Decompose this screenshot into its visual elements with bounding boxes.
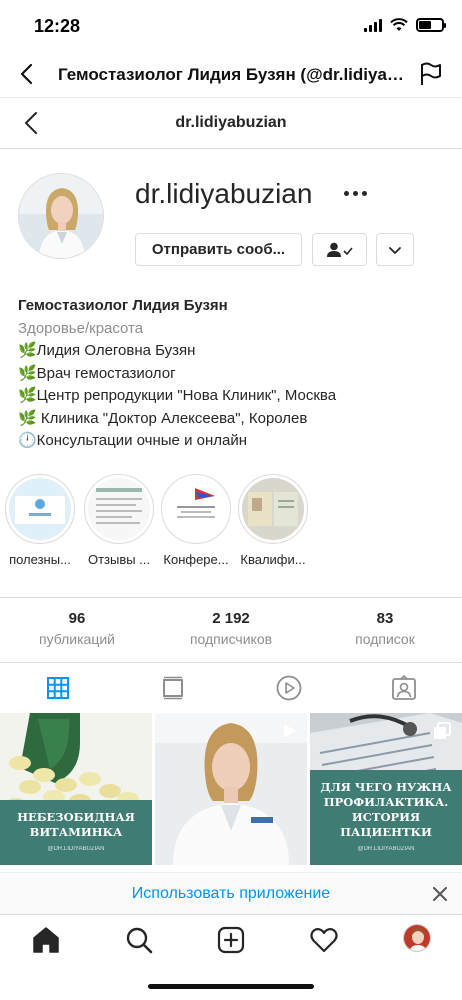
home-indicator (148, 984, 314, 989)
wifi-icon (390, 18, 408, 31)
bio-category: Здоровье/красота (18, 319, 144, 337)
highlight-item[interactable]: Квалифи... (236, 474, 310, 567)
bio-line: 🌿Центр репродукции "Нова Клиник", Москва (18, 387, 337, 404)
post-thumbnail[interactable]: НЕБЕЗОБИДНАЯ ВИТАМИНКА @DR.LIDIYABUZIAN (0, 713, 152, 865)
bio-line: 🌿Врач гемостазиолог (18, 364, 176, 382)
heart-icon[interactable] (309, 925, 339, 955)
grid-icon (46, 677, 69, 699)
flag-icon[interactable] (418, 61, 444, 87)
profile-tab-avatar[interactable] (403, 924, 431, 952)
stat-count: 96 (68, 610, 86, 627)
highlight-cover (9, 478, 71, 540)
tab-tagged[interactable] (347, 663, 462, 713)
close-icon[interactable] (430, 884, 450, 904)
highlight-label: Квалифи... (240, 552, 306, 567)
video-icon (284, 724, 296, 738)
bio-line: 🌿 Клиника "Доктор Алексеева", Королев (18, 409, 308, 427)
post-handle: @DR.LIDIYABUZIAN (357, 846, 415, 852)
status-time: 12:28 (34, 16, 81, 36)
stat-label: подписчиков (189, 631, 273, 647)
profile-username: dr.lidiyabuzian (135, 178, 313, 209)
tab-reels[interactable] (231, 663, 347, 713)
play-circle-icon (276, 675, 302, 701)
profile-bio: Гемостазиолог Лидия Бузян Здоровье/красо… (18, 295, 448, 453)
highlight-label: Конфере... (163, 552, 229, 567)
bio-line: 🕛Консультации очные и онлайн (18, 432, 247, 449)
highlight-label: полезны... (9, 552, 71, 567)
cellular-signal-icon (364, 18, 382, 32)
tab-feed[interactable] (116, 663, 232, 713)
person-check-icon (326, 242, 353, 257)
search-icon[interactable] (124, 925, 154, 955)
header-username: dr.lidiyabuzian (175, 114, 287, 131)
highlight-cover (165, 478, 227, 540)
send-message-button[interactable]: Отправить сооб... (135, 233, 302, 266)
back-arrow-icon[interactable] (16, 62, 40, 86)
post-caption: НЕБЕЗОБИДНАЯ ВИТАМИНКА @DR.LIDIYABUZIAN (0, 800, 152, 865)
battery-icon (416, 18, 446, 32)
bottom-navigation (0, 914, 462, 964)
highlight-item[interactable]: Конфере... (159, 474, 233, 567)
stat-followers[interactable]: 2 192 подписчиков (154, 598, 308, 662)
highlight-item[interactable]: полезны... (3, 474, 77, 567)
following-button[interactable] (312, 233, 367, 266)
stat-label: подписок (355, 631, 415, 647)
profile-avatar[interactable] (18, 173, 104, 259)
more-options-icon[interactable] (340, 180, 370, 206)
bio-line: 🌿Лидия Олеговна Бузян (18, 342, 196, 359)
use-app-banner: Использовать приложение (0, 872, 462, 914)
profile-tabs (0, 663, 462, 713)
suggested-accounts-dropdown[interactable] (376, 233, 414, 266)
bio-full-name: Гемостазиолог Лидия Бузян (18, 297, 228, 314)
highlight-item[interactable]: Отзывы ... (82, 474, 156, 567)
status-icons (364, 18, 446, 32)
chevron-down-icon (389, 246, 401, 254)
stat-count: 83 (376, 610, 394, 627)
stat-posts[interactable]: 96 публикаций (0, 598, 154, 662)
use-app-link[interactable]: Использовать приложение (0, 885, 462, 903)
feed-icon (163, 676, 184, 700)
highlight-label: Отзывы ... (87, 552, 151, 567)
highlight-cover (242, 478, 304, 540)
post-caption: ДЛЯ ЧЕГО НУЖНА ПРОФИЛАКТИКА. ИСТОРИЯ ПАЦ… (310, 770, 462, 865)
highlight-cover (88, 478, 150, 540)
post-thumbnail[interactable]: ДЛЯ ЧЕГО НУЖНА ПРОФИЛАКТИКА. ИСТОРИЯ ПАЦ… (310, 713, 462, 865)
tagged-person-icon (392, 675, 417, 700)
stat-following[interactable]: 83 подписок (308, 598, 462, 662)
stat-label: публикаций (39, 631, 115, 647)
browser-header: Гемостазиолог Лидия Бузян (@dr.lidiyabuz… (0, 52, 462, 98)
instagram-header: dr.lidiyabuzian (0, 99, 462, 149)
story-highlights: полезны... Отзывы ... Конфере... Квалифи… (0, 474, 462, 574)
carousel-icon (434, 722, 451, 739)
home-icon[interactable] (31, 925, 61, 955)
new-post-icon[interactable] (216, 925, 246, 955)
browser-title: Гемостазиолог Лидия Бузян (@dr.lidiyabuz… (58, 65, 408, 84)
post-thumbnail[interactable] (155, 713, 307, 865)
post-handle: @DR.LIDIYABUZIAN (47, 846, 105, 852)
tab-grid[interactable] (0, 663, 116, 713)
status-bar: 12:28 (0, 0, 462, 52)
profile-stats: 96 публикаций 2 192 подписчиков 83 подпи… (0, 597, 462, 663)
stat-count: 2 192 (212, 610, 250, 627)
